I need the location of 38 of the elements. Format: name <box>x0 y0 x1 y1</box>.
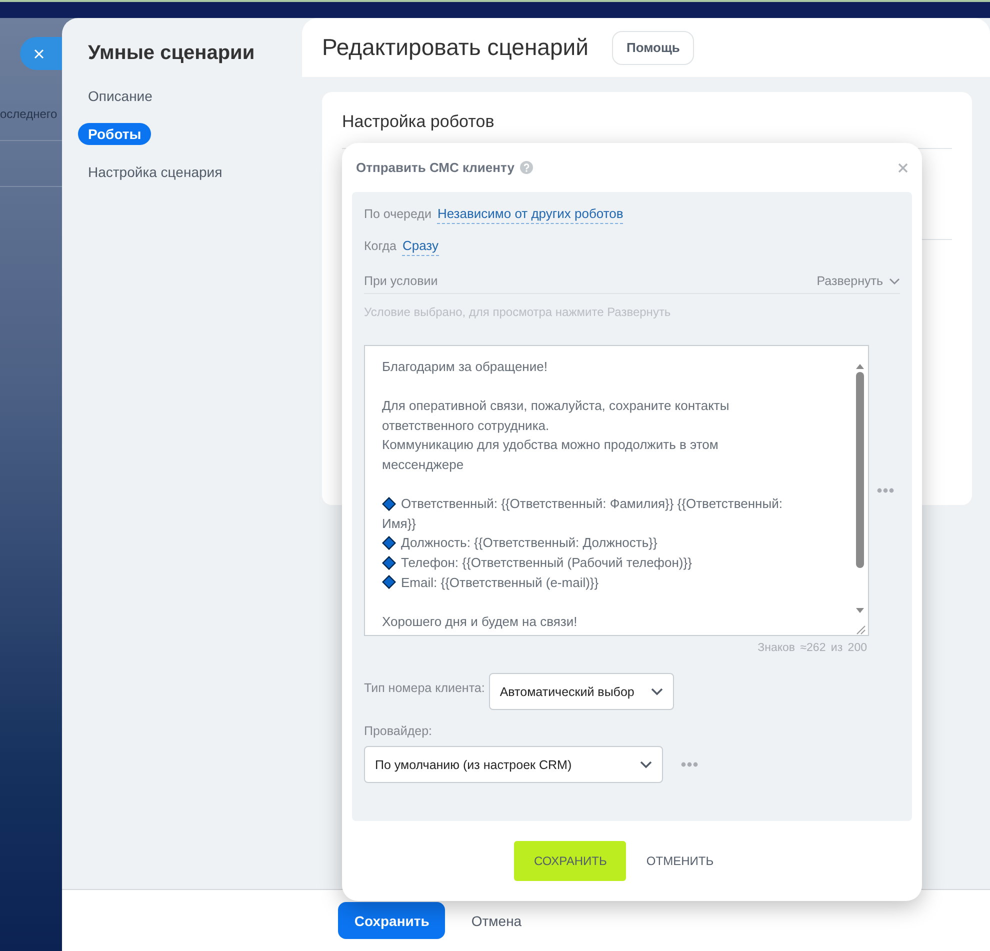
field-label: Когда <box>364 239 396 253</box>
sidebar-item[interactable]: Описание <box>78 85 162 107</box>
save-button[interactable]: Сохранить <box>338 902 446 939</box>
field-label: При условии <box>364 274 438 288</box>
chevron-down-icon <box>889 278 900 284</box>
page-title: Редактировать сценарий <box>322 34 588 61</box>
diamond-icon <box>382 575 396 590</box>
dialog-title: Отправить СМС клиенту <box>356 160 514 175</box>
diamond-icon <box>382 496 396 511</box>
help-icon[interactable] <box>520 161 534 174</box>
sidebar-item[interactable]: Настройка сценария <box>78 161 232 183</box>
message-field[interactable]: Благодарим за обращение! Для оперативной связи, пожалуйста, сохраните контакты ответственного сотрудника. Коммуникацию для удобства можно продолжить в этом мессенджере Ответственный: {{Ответственный: Фамилия}} {{Ответственный: Имя}} Должность: {{Ответственный: Должность}} Телефон: {{Ответственный (Рабочий телефон)}} Email: {{Ответственный (e-mail)}} Хорошего дня и будем на связи! <box>364 345 869 636</box>
diamond-icon <box>382 556 396 570</box>
when-link[interactable]: Сразу <box>402 238 439 256</box>
more-icon[interactable] <box>681 762 698 767</box>
close-button[interactable] <box>20 37 62 70</box>
number-type-select[interactable]: Автоматический выбор <box>488 673 674 710</box>
field-label: По очереди <box>364 207 432 221</box>
diamond-icon <box>382 536 396 550</box>
chevron-down-icon <box>650 688 663 696</box>
sidebar-title: Умные сценарии <box>88 42 256 65</box>
field-label: Тип номера клиента: <box>364 681 485 695</box>
sidebar-item[interactable]: Роботы <box>78 123 152 145</box>
save-button[interactable]: СОХРАНИТЬ <box>514 841 626 881</box>
section-title: Настройка роботов <box>342 112 496 132</box>
more-icon[interactable] <box>877 488 894 493</box>
character-counter: Знаков ≈262 из 200 <box>756 642 867 654</box>
help-button[interactable]: Помощь <box>612 30 694 64</box>
close-icon <box>34 48 44 58</box>
expand-button[interactable]: Развернуть <box>816 274 900 288</box>
close-icon[interactable] <box>898 162 908 172</box>
cancel-button[interactable]: Отмена <box>455 902 538 939</box>
order-link[interactable]: Независимо от других роботов <box>437 206 624 224</box>
field-label: Провайдер: <box>364 724 432 738</box>
chevron-down-icon <box>640 760 652 768</box>
table-header: оследнего <box>0 107 58 121</box>
cancel-button[interactable]: ОТМЕНИТЬ <box>630 841 730 881</box>
provider-select[interactable]: По умолчанию (из настроек CRM) <box>364 746 663 783</box>
